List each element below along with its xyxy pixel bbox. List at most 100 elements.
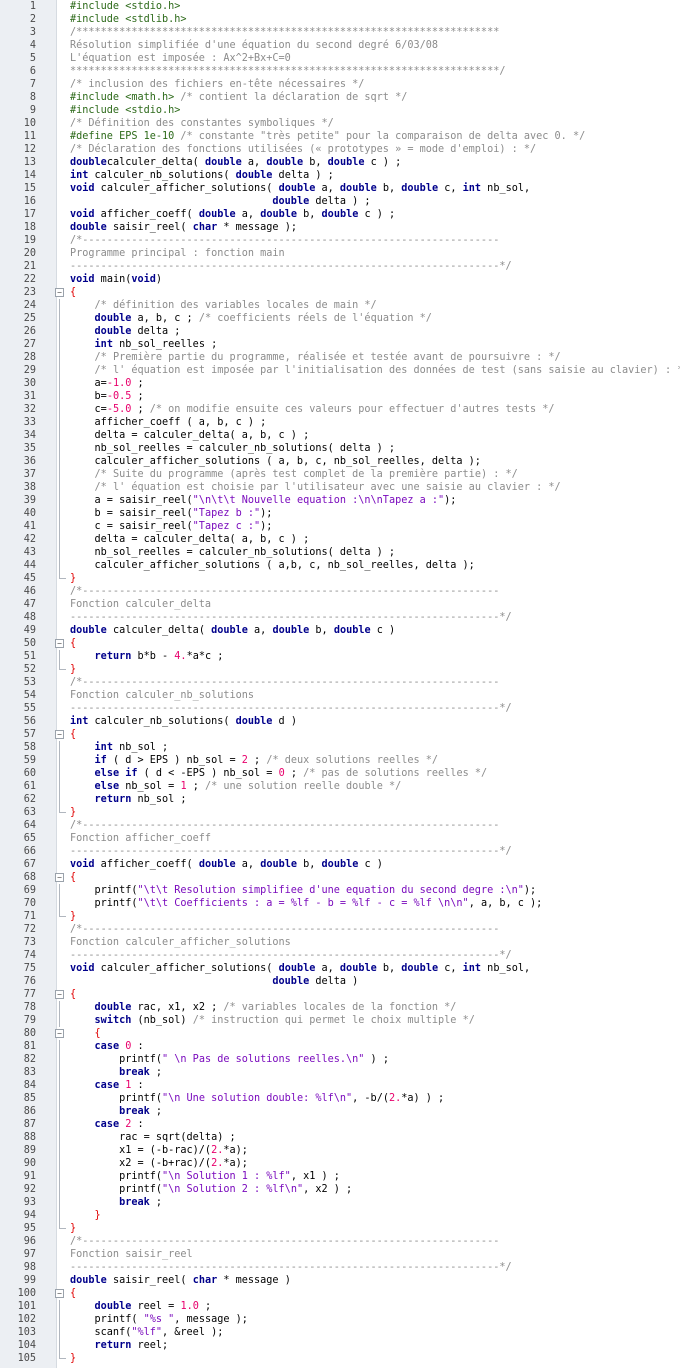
- fold-toggle-icon[interactable]: −: [55, 990, 64, 999]
- code-line[interactable]: 75 void calculer_afficher_solutions( doub…: [0, 962, 680, 975]
- code-line[interactable]: 42 delta = calculer_delta( a, b, c ) ;: [0, 533, 680, 546]
- code-area[interactable]: 1 #include <stdio.h> 2 #include <stdlib.h> 3…: [0, 0, 680, 1365]
- code-line[interactable]: 70 printf("\t\t Coefficients : a = %lf -…: [0, 897, 680, 910]
- code-line[interactable]: 79 switch (nb_sol) /* instruction qui pe…: [0, 1014, 680, 1027]
- code-line[interactable]: 34 delta = calculer_delta( a, b, c ) ;: [0, 429, 680, 442]
- code-line[interactable]: 60 else if ( d < -EPS ) nb_sol = 0 ; /* …: [0, 767, 680, 780]
- code-line[interactable]: 69 printf("\t\t Resolution simplifiee d'…: [0, 884, 680, 897]
- code-line[interactable]: 23 −{: [0, 286, 680, 299]
- code-line[interactable]: 97 Fonction saisir_reel: [0, 1248, 680, 1261]
- code-line[interactable]: 94 }: [0, 1209, 680, 1222]
- code-line[interactable]: 41 c = saisir_reel("Tapez c :");: [0, 520, 680, 533]
- code-line[interactable]: 64 /*------------------------------------…: [0, 819, 680, 832]
- code-line[interactable]: 66 --------------------------------------…: [0, 845, 680, 858]
- code-line[interactable]: 25 double a, b, c ; /* coefficients réel…: [0, 312, 680, 325]
- code-line[interactable]: 46 /*------------------------------------…: [0, 585, 680, 598]
- code-line[interactable]: 19 /*------------------------------------…: [0, 234, 680, 247]
- code-line[interactable]: 67 void afficher_coeff( double a, double …: [0, 858, 680, 871]
- code-line[interactable]: 62 return nb_sol ;: [0, 793, 680, 806]
- code-line[interactable]: 89 x1 = (-b-rac)/(2.*a);: [0, 1144, 680, 1157]
- fold-toggle-icon[interactable]: −: [55, 1029, 64, 1038]
- fold-toggle-icon[interactable]: −: [55, 1289, 64, 1298]
- code-line[interactable]: 99 double saisir_reel( char * message ): [0, 1274, 680, 1287]
- code-line[interactable]: 103 scanf("%lf", &reel );: [0, 1326, 680, 1339]
- code-line[interactable]: 88 rac = sqrt(delta) ;: [0, 1131, 680, 1144]
- code-line[interactable]: 14 int calculer_nb_solutions( double delt…: [0, 169, 680, 182]
- code-line[interactable]: 21 --------------------------------------…: [0, 260, 680, 273]
- code-line[interactable]: 2 #include <stdlib.h>: [0, 13, 680, 26]
- code-line[interactable]: 32 c=-5.0 ; /* on modifie ensuite ces va…: [0, 403, 680, 416]
- code-line[interactable]: 43 nb_sol_reelles = calculer_nb_solution…: [0, 546, 680, 559]
- code-line[interactable]: 29 /* l' équation est imposée par l'init…: [0, 364, 680, 377]
- code-line[interactable]: 86 break ;: [0, 1105, 680, 1118]
- code-line[interactable]: 1 #include <stdio.h>: [0, 0, 680, 13]
- code-line[interactable]: 76 double delta ): [0, 975, 680, 988]
- code-line[interactable]: 90 x2 = (-b+rac)/(2.*a);: [0, 1157, 680, 1170]
- code-line[interactable]: 84 case 1 :: [0, 1079, 680, 1092]
- code-line[interactable]: 71}: [0, 910, 680, 923]
- code-line[interactable]: 56 int calculer_nb_solutions( double d ): [0, 715, 680, 728]
- code-line[interactable]: 63}: [0, 806, 680, 819]
- code-line[interactable]: 50 −{: [0, 637, 680, 650]
- code-line[interactable]: 51 return b*b - 4.*a*c ;: [0, 650, 680, 663]
- code-line[interactable]: 104 return reel;: [0, 1339, 680, 1352]
- code-line[interactable]: 87 case 2 :: [0, 1118, 680, 1131]
- code-line[interactable]: 100 −{: [0, 1287, 680, 1300]
- code-line[interactable]: 20 Programme principal : fonction main: [0, 247, 680, 260]
- code-line[interactable]: 28 /* Première partie du programme, réal…: [0, 351, 680, 364]
- code-line[interactable]: 57 −{: [0, 728, 680, 741]
- code-line[interactable]: 16 double delta ) ;: [0, 195, 680, 208]
- fold-toggle-icon[interactable]: −: [55, 639, 64, 648]
- code-line[interactable]: 59 if ( d > EPS ) nb_sol = 2 ; /* deux s…: [0, 754, 680, 767]
- code-line[interactable]: 44 calculer_afficher_solutions ( a,b, c,…: [0, 559, 680, 572]
- code-line[interactable]: 38 /* l' équation est choisie par l'util…: [0, 481, 680, 494]
- fold-toggle-icon[interactable]: −: [55, 288, 64, 297]
- code-line[interactable]: 24 /* définition des variables locales d…: [0, 299, 680, 312]
- code-line[interactable]: 8 #include <math.h> /* contient la déclar…: [0, 91, 680, 104]
- code-line[interactable]: 72 /*------------------------------------…: [0, 923, 680, 936]
- code-line[interactable]: 83 break ;: [0, 1066, 680, 1079]
- code-line[interactable]: 65 Fonction afficher_coeff: [0, 832, 680, 845]
- code-line[interactable]: 3 /**************************************…: [0, 26, 680, 39]
- code-line[interactable]: 39 a = saisir_reel("\n\t\t Nouvelle equa…: [0, 494, 680, 507]
- code-line[interactable]: 91 printf("\n Solution 1 : %lf", x1 ) ;: [0, 1170, 680, 1183]
- code-line[interactable]: 49 double calculer_delta( double a, doubl…: [0, 624, 680, 637]
- code-line[interactable]: 93 break ;: [0, 1196, 680, 1209]
- code-line[interactable]: 53 /*------------------------------------…: [0, 676, 680, 689]
- code-editor[interactable]: 1 #include <stdio.h> 2 #include <stdlib.h> 3…: [0, 0, 680, 1368]
- fold-toggle-icon[interactable]: −: [55, 873, 64, 882]
- code-line[interactable]: 74 --------------------------------------…: [0, 949, 680, 962]
- code-line[interactable]: 15 void calculer_afficher_solutions( doub…: [0, 182, 680, 195]
- code-line[interactable]: 6 ***************************************…: [0, 65, 680, 78]
- code-line[interactable]: 102 printf( "%s ", message );: [0, 1313, 680, 1326]
- code-line[interactable]: 17 void afficher_coeff( double a, double …: [0, 208, 680, 221]
- code-line[interactable]: 40 b = saisir_reel("Tapez b :");: [0, 507, 680, 520]
- code-line[interactable]: 96 /*------------------------------------…: [0, 1235, 680, 1248]
- code-line[interactable]: 58 int nb_sol ;: [0, 741, 680, 754]
- code-line[interactable]: 47 Fonction calculer_delta: [0, 598, 680, 611]
- code-line[interactable]: 9 #include <stdio.h>: [0, 104, 680, 117]
- code-line[interactable]: 26 double delta ;: [0, 325, 680, 338]
- code-line[interactable]: 105}: [0, 1352, 680, 1365]
- fold-toggle-icon[interactable]: −: [55, 730, 64, 739]
- code-line[interactable]: 55 --------------------------------------…: [0, 702, 680, 715]
- code-line[interactable]: 101 double reel = 1.0 ;: [0, 1300, 680, 1313]
- code-line[interactable]: 4 Résolution simplifiée d'une équation du…: [0, 39, 680, 52]
- code-line[interactable]: 7 /* inclusion des fichiers en-tête néces…: [0, 78, 680, 91]
- code-line[interactable]: 35 nb_sol_reelles = calculer_nb_solution…: [0, 442, 680, 455]
- code-line[interactable]: 85 printf("\n Une solution double: %lf\n…: [0, 1092, 680, 1105]
- code-line[interactable]: 18 double saisir_reel( char * message );: [0, 221, 680, 234]
- code-line[interactable]: 13 doublecalculer_delta( double a, double…: [0, 156, 680, 169]
- code-line[interactable]: 48 --------------------------------------…: [0, 611, 680, 624]
- code-line[interactable]: 78 double rac, x1, x2 ; /* variables loc…: [0, 1001, 680, 1014]
- code-line[interactable]: 68 −{: [0, 871, 680, 884]
- code-line[interactable]: 5 L'équation est imposée : Ax^2+Bx+C=0: [0, 52, 680, 65]
- code-line[interactable]: 98 --------------------------------------…: [0, 1261, 680, 1274]
- code-line[interactable]: 33 afficher_coeff ( a, b, c ) ;: [0, 416, 680, 429]
- code-line[interactable]: 80 − {: [0, 1027, 680, 1040]
- code-line[interactable]: 10 /* Définition des constantes symboliqu…: [0, 117, 680, 130]
- code-line[interactable]: 45}: [0, 572, 680, 585]
- code-line[interactable]: 27 int nb_sol_reelles ;: [0, 338, 680, 351]
- code-line[interactable]: 61 else nb_sol = 1 ; /* une solution ree…: [0, 780, 680, 793]
- code-line[interactable]: 81 case 0 :: [0, 1040, 680, 1053]
